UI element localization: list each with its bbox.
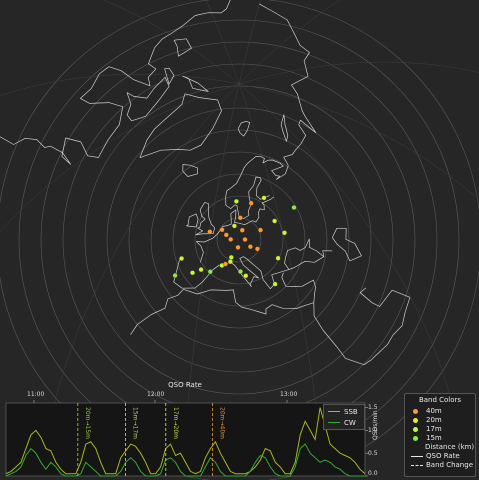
- qso-points: [172, 195, 297, 287]
- band-40m-dot: [413, 409, 418, 414]
- band-40m-label: 40m: [426, 407, 442, 415]
- coastline-3: [225, 155, 284, 217]
- coastline-18: [164, 67, 175, 85]
- qso-point-20m: [282, 230, 287, 236]
- qso-point-17m: [233, 198, 239, 204]
- meridian-line: [238, 83, 479, 201]
- y-tick-0.0: 0.0: [368, 470, 378, 477]
- coastline-14: [259, 3, 317, 180]
- qso-point-40m: [223, 232, 229, 238]
- y-axis-label: QSOs/min: [372, 410, 379, 440]
- meridian-line: [205, 0, 240, 85]
- qso-point-40m: [239, 227, 245, 233]
- time-tick-1100: 11:00: [27, 391, 45, 398]
- qso-point-20m: [227, 259, 233, 265]
- legend-item-change: Band Change: [411, 461, 473, 470]
- distance-ring-1: [216, 217, 262, 263]
- band-17m-dot: [413, 427, 418, 432]
- band-change-label: 17m→20m: [172, 407, 179, 439]
- qso-point-20m: [272, 218, 278, 224]
- time-tick-1200: 12:00: [147, 391, 165, 398]
- coastline-11: [139, 93, 222, 159]
- legend-item-20m: 20m: [411, 416, 442, 425]
- band-15m-label: 15m: [426, 434, 442, 442]
- qso-point-40m: [237, 215, 243, 221]
- qso-point-15m: [291, 205, 297, 210]
- legend-item-rate: QSO Rate: [411, 452, 460, 461]
- qso-point-40m: [258, 227, 263, 233]
- qso-point-40m: [248, 200, 254, 206]
- time-tick-1300: 13:00: [280, 391, 298, 398]
- legend-cw: CW: [328, 418, 356, 427]
- qso-point-15m: [172, 273, 178, 278]
- meridian-line: [103, 0, 240, 85]
- rate-series-legend: SSB CW: [323, 404, 365, 430]
- distance-label: Distance (km): [425, 443, 475, 451]
- rate-plot-area: [5, 402, 366, 477]
- qso-point-20m: [231, 223, 237, 229]
- band-change-label: 20m→15m: [84, 407, 91, 439]
- qso-point-40m: [242, 237, 248, 242]
- qso-point-17m: [272, 281, 278, 287]
- cw-label: CW: [344, 418, 356, 427]
- rate-label: QSO Rate: [426, 452, 460, 460]
- legend-ssb: SSB: [328, 407, 358, 416]
- qso-point-40m: [207, 229, 213, 235]
- qso-point-20m: [179, 256, 185, 261]
- band-15m-dot: [413, 436, 418, 441]
- distance-ring-6: [106, 107, 372, 373]
- qso-point-15m: [207, 269, 213, 275]
- distance-ring-8: [62, 63, 416, 417]
- legend-item-distance: Distance (km): [425, 443, 474, 452]
- qso-point-20m: [275, 255, 281, 261]
- qso-point-40m: [228, 236, 234, 242]
- qso-point-40m: [254, 246, 260, 252]
- qso-point-40m: [235, 244, 241, 250]
- legend-title: Band Colors: [418, 396, 462, 404]
- y-tick-0.5: 0.5: [368, 450, 378, 457]
- qso-point-40m: [247, 244, 253, 250]
- qso-point-20m: [198, 267, 204, 273]
- change-label: Band Change: [426, 461, 473, 469]
- band-change-label: 15m→17m: [132, 407, 139, 439]
- qso-point-40m: [222, 261, 228, 267]
- coastline-12: [237, 120, 251, 137]
- coastline-19: [173, 38, 192, 57]
- band-change-label: 20m→40m: [218, 407, 225, 439]
- change-dash-swatch: [411, 465, 423, 466]
- qso-point-20m: [243, 273, 249, 279]
- coastline-5: [195, 202, 216, 236]
- coastline-21: [331, 227, 362, 262]
- cw-swatch: [328, 422, 340, 423]
- legend-item-40m: 40m: [411, 407, 442, 416]
- qso-rate-panel: 20m→15m 15m→17m 17m→20m 20m→40m: [5, 400, 368, 477]
- band-20m-label: 20m: [426, 416, 442, 424]
- meridian-line: [238, 0, 261, 85]
- coastline-10: [313, 287, 411, 366]
- band-colors-legend: Band Colors 40m 20m 17m 15m Distance (km…: [404, 393, 476, 477]
- qso-point-40m: [219, 227, 225, 233]
- coastline-13: [280, 114, 289, 142]
- coastline-6: [186, 213, 199, 228]
- rate-panel-title: QSO Rate: [168, 381, 202, 389]
- qso-point-20m: [261, 195, 267, 201]
- meridian-line: [238, 61, 479, 85]
- qso-point-17m: [228, 254, 234, 260]
- ssb-label: SSB: [344, 407, 358, 416]
- legend-item-17m: 17m: [411, 425, 442, 434]
- world-coastlines: [0, 0, 411, 366]
- legend-item-15m: 15m: [411, 434, 442, 443]
- distance-ring-5: [128, 129, 350, 351]
- band-20m-dot: [413, 418, 418, 423]
- rate-line-swatch: [411, 456, 423, 457]
- qso-point-15m: [238, 269, 243, 275]
- qso-point-17m: [190, 270, 195, 276]
- ssb-swatch: [328, 411, 340, 412]
- band-17m-label: 17m: [426, 425, 442, 433]
